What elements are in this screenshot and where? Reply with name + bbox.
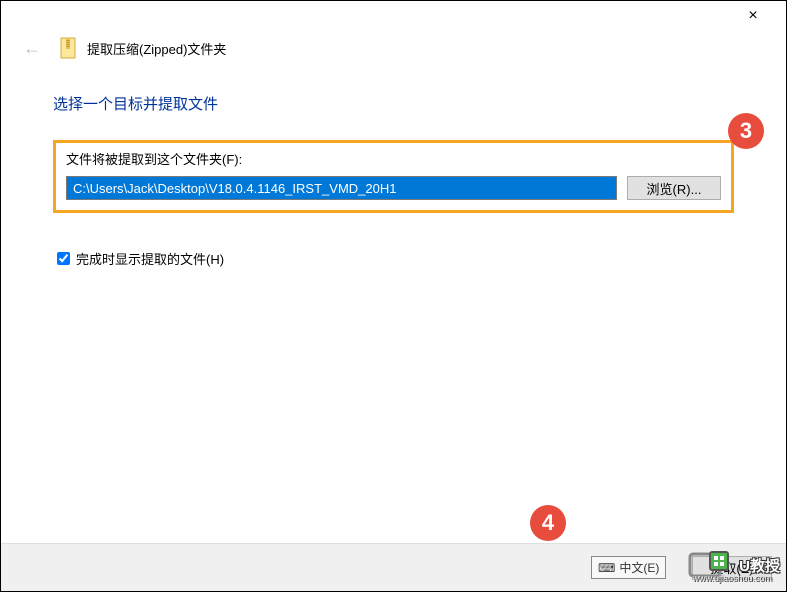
browse-button[interactable]: 浏览(R)... <box>627 176 721 200</box>
show-files-checkbox[interactable] <box>57 252 70 265</box>
show-files-label: 完成时显示提取的文件(H) <box>76 249 224 268</box>
wizard-content: 选择一个目标并提取文件 文件将被提取到这个文件夹(F): 浏览(R)... 完成… <box>1 75 786 268</box>
extract-wizard-window: × ← 提取压缩(Zipped)文件夹 选择一个目标并提取文件 文件将被提取到这… <box>1 1 786 591</box>
show-files-row: 完成时显示提取的文件(H) <box>53 231 734 268</box>
ime-label: 中文(E) <box>619 559 659 576</box>
destination-row: 浏览(R)... <box>66 176 721 200</box>
ime-icon: ⌨ <box>598 561 615 575</box>
instruction-heading: 选择一个目标并提取文件 <box>53 93 734 114</box>
destination-label: 文件将被提取到这个文件夹(F): <box>66 149 721 168</box>
watermark: U教授 www.ujiaoshou.com <box>685 549 780 581</box>
titlebar: × <box>1 1 786 31</box>
close-icon[interactable]: × <box>738 7 768 25</box>
wizard-footer: 提取(E) <box>1 543 786 591</box>
destination-path-input[interactable] <box>66 176 617 200</box>
destination-section: 文件将被提取到这个文件夹(F): 浏览(R)... <box>53 140 734 213</box>
watermark-url: www.ujiaoshou.com <box>692 573 772 583</box>
annotation-step-3: 3 <box>728 113 764 149</box>
wizard-header: ← 提取压缩(Zipped)文件夹 <box>1 31 786 75</box>
back-arrow-icon: ← <box>21 38 43 59</box>
annotation-step-4: 4 <box>530 505 566 541</box>
wizard-title: 提取压缩(Zipped)文件夹 <box>87 39 226 58</box>
zipped-folder-icon <box>59 37 77 59</box>
ime-indicator: ⌨ 中文(E) <box>591 556 666 579</box>
